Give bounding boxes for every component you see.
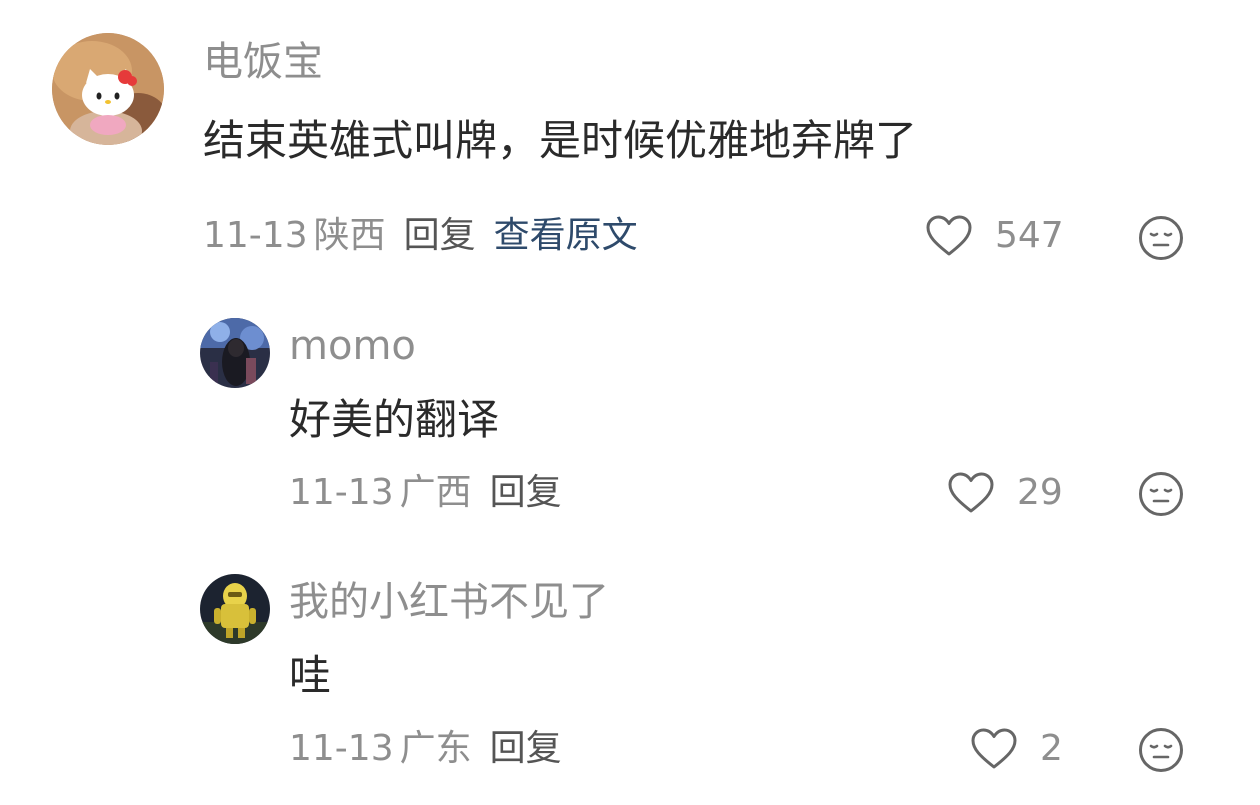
reply-button[interactable]: 回复 — [490, 475, 562, 511]
like-count: 29 — [1017, 472, 1063, 513]
view-original-link[interactable]: 查看原文 — [494, 218, 638, 254]
comment-date: 11-13 — [289, 472, 394, 513]
username[interactable]: momo — [289, 326, 416, 366]
comment-date: 11-13 — [203, 215, 308, 256]
like-button[interactable]: 2 — [970, 727, 1063, 771]
comment-location: 广西 — [399, 472, 472, 513]
comment-meta: 11-13 陕西 回复 查看原文 — [203, 216, 638, 256]
comment-location: 陕西 — [313, 215, 386, 256]
like-button[interactable]: 547 — [925, 214, 1064, 258]
comment-text: 哇 — [289, 651, 332, 700]
hello-kitty-avatar-icon — [52, 33, 164, 145]
reaction-button[interactable] — [1138, 215, 1184, 261]
like-count: 2 — [1040, 728, 1063, 769]
heart-outline-icon — [948, 472, 994, 513]
neutral-face-icon — [1139, 728, 1183, 772]
comment-text: 结束英雄式叫牌，是时候优雅地弃牌了 — [203, 116, 918, 165]
comment-meta: 11-13 广西 回复 — [289, 473, 562, 513]
comment-meta: 11-13 广东 回复 — [289, 729, 562, 769]
user-avatar[interactable] — [52, 33, 164, 145]
dark-photo-avatar-icon — [200, 318, 270, 388]
neutral-face-icon — [1139, 216, 1183, 260]
reply-button[interactable]: 回复 — [490, 731, 562, 767]
heart-outline-icon — [926, 215, 972, 256]
reaction-button[interactable] — [1138, 727, 1184, 773]
user-avatar[interactable] — [200, 574, 270, 644]
comment-date: 11-13 — [289, 728, 394, 769]
like-button[interactable]: 29 — [947, 471, 1063, 515]
username[interactable]: 电饭宝 — [203, 42, 323, 82]
username[interactable]: 我的小红书不见了 — [289, 582, 609, 622]
neutral-face-icon — [1139, 472, 1183, 516]
comment-text: 好美的翻译 — [289, 395, 500, 444]
reaction-button[interactable] — [1138, 471, 1184, 517]
like-count: 547 — [995, 215, 1064, 256]
comment-location: 广东 — [399, 728, 472, 769]
heart-outline-icon — [971, 728, 1017, 769]
user-avatar[interactable] — [200, 318, 270, 388]
yellow-robot-avatar-icon — [200, 574, 270, 644]
reply-button[interactable]: 回复 — [404, 218, 476, 254]
